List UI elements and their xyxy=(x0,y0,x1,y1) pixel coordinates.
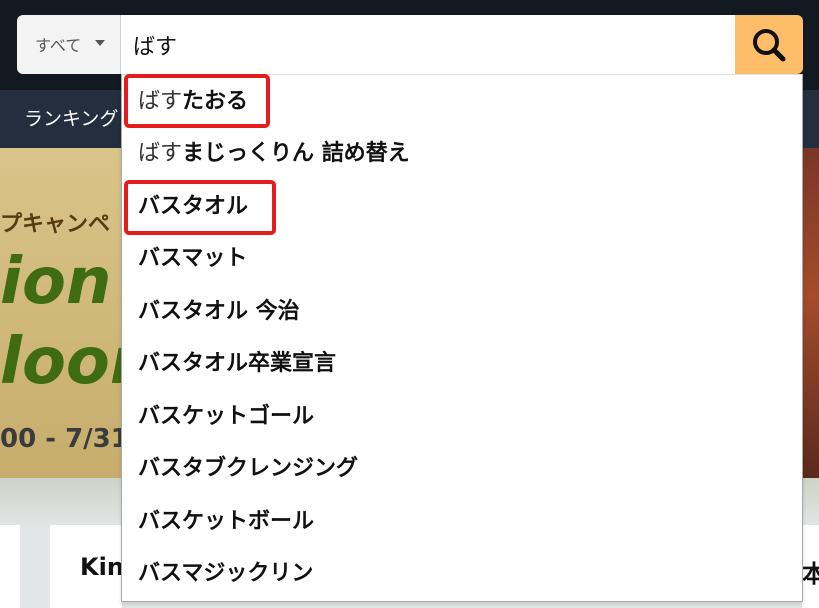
banner-date: 00 - 7/31 xyxy=(0,424,121,454)
suggestion-item[interactable]: バスタオル 今治 xyxy=(138,298,300,326)
suggestion-item[interactable]: バスタブクレンジング xyxy=(138,455,358,483)
suggestion-completion-text: バスタブクレンジング xyxy=(138,456,359,481)
nav-item-ranking[interactable]: ランキング xyxy=(24,104,121,131)
product-card[interactable] xyxy=(0,525,20,608)
product-card-title: Kin う xyxy=(80,554,122,581)
highlight-box xyxy=(124,74,270,128)
suggestion-item[interactable]: バスケットボール xyxy=(138,508,314,536)
search-button[interactable] xyxy=(735,15,803,74)
search-icon xyxy=(753,29,786,62)
banner-campaign-text: プキャンペ xyxy=(0,212,111,237)
suggestion-typed-text: ばす xyxy=(138,141,183,166)
category-select-label: すべて xyxy=(35,36,82,55)
banner-headline-line1: ion × xyxy=(0,250,121,314)
suggestion-completion-text: バスタオル卒業宣言 xyxy=(138,351,337,376)
suggestion-completion-text: バスタオル 今治 xyxy=(138,299,300,324)
banner-headline-line2: loor xyxy=(0,330,121,394)
search-input[interactable] xyxy=(121,15,735,74)
suggestion-item[interactable]: バスマジックリン xyxy=(138,560,313,588)
suggestion-item[interactable]: ばすまじっくりん 詰め替え xyxy=(138,140,410,168)
suggestion-completion-text: バスマット xyxy=(138,246,248,271)
suggestion-item[interactable]: バスケットゴール xyxy=(138,403,314,431)
highlight-box xyxy=(124,180,276,235)
product-card-title: 本を xyxy=(802,560,819,588)
suggestion-completion-text: バスケットゴール xyxy=(138,404,315,429)
suggestion-item[interactable]: バスタオル卒業宣言 xyxy=(138,350,336,378)
suggestion-completion-text: バスマジックリン xyxy=(138,561,314,586)
suggestion-item[interactable]: バスマット xyxy=(138,245,247,273)
suggestion-completion-text: バスケットボール xyxy=(138,509,315,534)
suggestion-completion-text: まじっくりん 詰め替え xyxy=(182,141,410,166)
caret-down-icon xyxy=(95,40,105,46)
